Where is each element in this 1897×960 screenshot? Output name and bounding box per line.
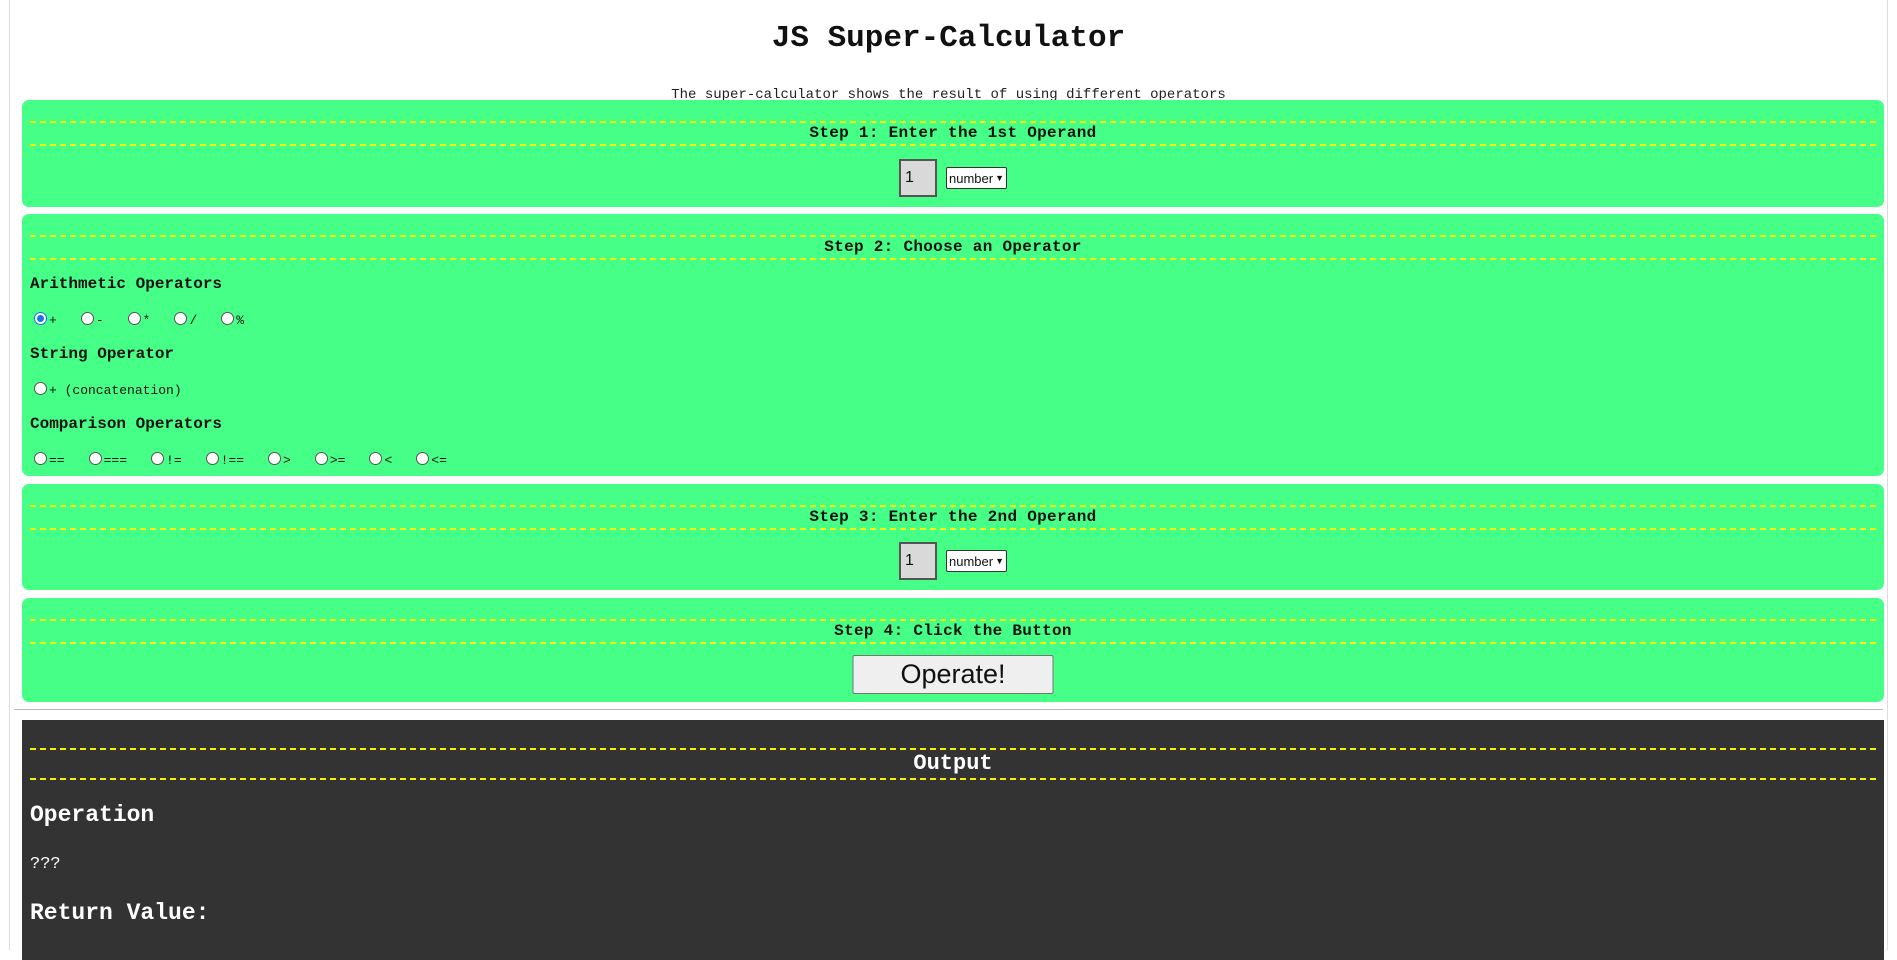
second-operand-input[interactable]	[899, 542, 937, 580]
comparison-operators-label: Comparison Operators	[30, 415, 223, 433]
string-operator-group: + (concatenation)	[34, 379, 206, 398]
output-panel: Output Operation ??? Return Value:	[22, 720, 1884, 960]
operator-label: -	[95, 312, 104, 328]
operator-label: %	[236, 312, 245, 328]
operator-option-concat[interactable]: + (concatenation)	[34, 381, 182, 398]
operator-option-greater-equal[interactable]: >=	[314, 451, 346, 468]
operator-label: !=	[166, 452, 182, 468]
second-operand-type-select[interactable]: number ▼	[946, 550, 1007, 572]
operator-option-add[interactable]: +	[34, 311, 57, 328]
first-operand-type-select[interactable]: number ▼	[946, 167, 1007, 189]
step3-operand-row: number ▼	[22, 542, 1884, 580]
operator-label: >	[283, 452, 291, 468]
step4-panel: Step 4: Click the Button Operate!	[22, 598, 1884, 702]
operation-label: Operation	[30, 802, 155, 828]
operator-option-strict-not-equal[interactable]: !==	[205, 451, 245, 468]
step1-panel: Step 1: Enter the 1st Operand number ▼	[22, 100, 1884, 207]
arithmetic-operators-group: + - * / %	[34, 309, 268, 328]
radio-loose-not-equal[interactable]	[151, 451, 165, 465]
radio-multiply[interactable]	[127, 311, 141, 325]
operator-option-greater[interactable]: >	[268, 451, 291, 468]
step1-heading: Step 1: Enter the 1st Operand	[30, 121, 1876, 146]
operator-label: >=	[329, 452, 346, 468]
output-heading: Output	[30, 748, 1876, 780]
operator-label: ==	[49, 452, 65, 468]
first-operand-input[interactable]	[899, 159, 937, 197]
operator-label: /	[189, 312, 198, 328]
radio-concat[interactable]	[34, 381, 47, 395]
comparison-operators-group: == === != !== > >= < <=	[34, 449, 471, 468]
divider	[14, 709, 1883, 710]
operator-label: +	[49, 312, 57, 328]
return-value-label: Return Value:	[30, 900, 210, 926]
radio-greater[interactable]	[268, 451, 282, 465]
operate-button[interactable]: Operate!	[852, 655, 1054, 694]
operator-option-divide[interactable]: /	[174, 311, 198, 328]
step1-operand-row: number ▼	[22, 159, 1884, 197]
radio-strict-not-equal[interactable]	[205, 451, 219, 465]
operator-label: *	[142, 312, 151, 328]
step4-heading: Step 4: Click the Button	[30, 619, 1876, 644]
radio-divide[interactable]	[174, 311, 188, 325]
operator-option-loose-not-equal[interactable]: !=	[151, 451, 182, 468]
arithmetic-operators-label: Arithmetic Operators	[30, 275, 223, 293]
second-operand-type-value: number	[949, 553, 994, 569]
string-operator-label: String Operator	[30, 345, 175, 363]
radio-subtract[interactable]	[80, 311, 94, 325]
operator-option-less[interactable]: <	[369, 451, 393, 468]
operator-option-modulo[interactable]: %	[221, 311, 245, 328]
operator-option-less-equal[interactable]: <=	[416, 451, 447, 468]
operator-label: <	[384, 452, 393, 468]
radio-less[interactable]	[369, 451, 383, 465]
page-title: JS Super-Calculator	[771, 21, 1126, 56]
chevron-down-icon: ▼	[995, 173, 1004, 183]
operator-label: ===	[103, 452, 128, 468]
step2-heading: Step 2: Choose an Operator	[30, 235, 1876, 260]
chevron-down-icon: ▼	[995, 556, 1004, 566]
operation-value: ???	[30, 855, 61, 874]
radio-strict-equal[interactable]	[88, 451, 102, 465]
radio-less-equal[interactable]	[416, 451, 430, 465]
operator-option-multiply[interactable]: *	[127, 311, 151, 328]
page: JS Super-Calculator The super-calculator…	[9, 0, 1888, 960]
radio-add[interactable]	[34, 311, 47, 325]
radio-modulo[interactable]	[221, 311, 235, 325]
first-operand-type-value: number	[949, 170, 994, 186]
operator-label: !==	[220, 452, 245, 468]
step2-panel: Step 2: Choose an Operator Arithmetic Op…	[22, 214, 1884, 476]
step3-panel: Step 3: Enter the 2nd Operand number ▼	[22, 484, 1884, 590]
radio-loose-equal[interactable]	[34, 451, 47, 465]
operator-label: <=	[431, 452, 447, 468]
radio-greater-equal[interactable]	[314, 451, 328, 465]
step3-heading: Step 3: Enter the 2nd Operand	[30, 505, 1876, 530]
operator-label: + (concatenation)	[49, 382, 182, 398]
operator-option-subtract[interactable]: -	[80, 311, 104, 328]
operator-option-strict-equal[interactable]: ===	[88, 451, 128, 468]
operator-option-loose-equal[interactable]: ==	[34, 451, 65, 468]
